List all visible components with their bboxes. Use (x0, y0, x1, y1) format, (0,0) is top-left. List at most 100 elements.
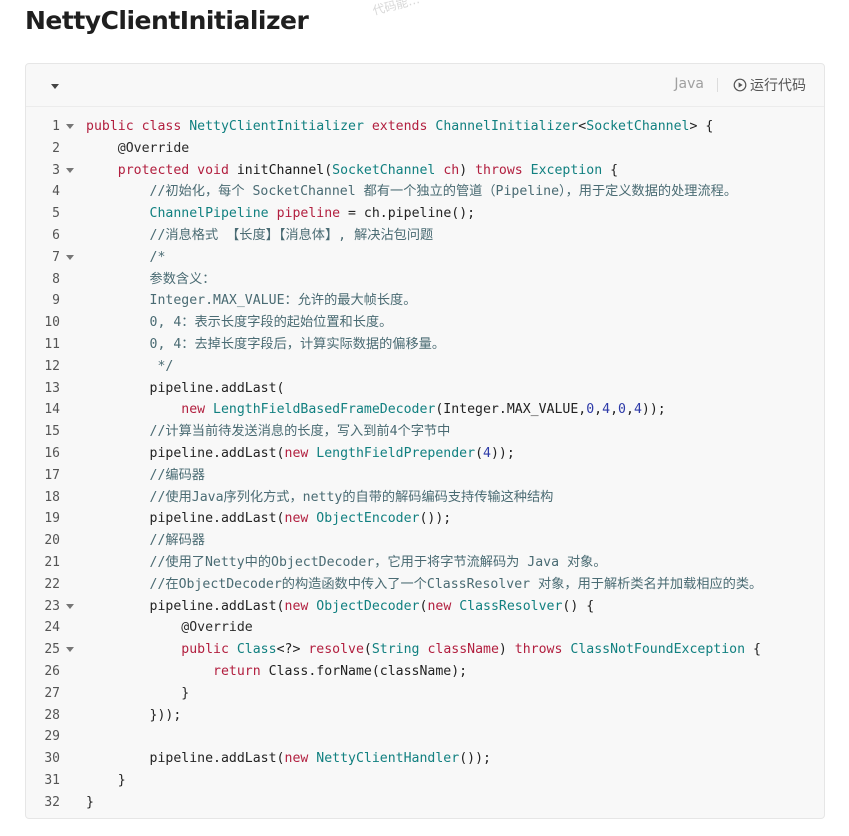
code-token: ClassNotFoundException (570, 642, 753, 658)
code-line: 24 @Override (26, 617, 824, 639)
code-line: 21 //使用了Netty中的ObjectDecoder，它用于将字节流解码为 … (26, 552, 824, 574)
code-token: pipeline.addLast( (86, 598, 285, 614)
code-token: ChannelInitializer (435, 119, 579, 134)
code-token: } (86, 772, 126, 788)
code-token: ( (475, 445, 484, 461)
line-number: 20 (44, 533, 60, 549)
code-token: /* (149, 249, 166, 265)
code-token: new (284, 511, 317, 527)
fold-caret-icon[interactable] (66, 647, 74, 653)
code-token: public (181, 642, 237, 658)
watermark: 代码能… (371, 0, 422, 18)
line-number: 12 (44, 358, 60, 374)
line-number: 23 (44, 598, 60, 614)
code-token: return (213, 663, 269, 679)
code-token: ChannelPipeline (149, 206, 277, 222)
code-text: //编码器 (86, 465, 205, 487)
code-text: pipeline.addLast(new ObjectDecoder(new C… (86, 596, 595, 618)
line-number: 32 (44, 794, 60, 810)
code-text: /* (86, 247, 166, 269)
code-line: 14 new LengthFieldBasedFrameDecoder(Inte… (26, 399, 824, 421)
code-line: 22 //在ObjectDecoder的构造函数中传入了一个ClassResol… (26, 574, 824, 596)
fold-caret-icon[interactable] (66, 603, 74, 610)
code-editor[interactable]: 1 public class NettyClientInitializer ext… (26, 116, 824, 814)
code-line: 10 0, 4：表示长度字段的起始位置和长度。 (26, 312, 824, 334)
code-text: //初始化，每个 SocketChannel 都有一个独立的管道（Pipelin… (86, 181, 738, 203)
code-line: 2 @Override (26, 138, 824, 160)
line-number: 17 (44, 467, 60, 483)
code-token: NettyClientInitializer (189, 119, 372, 134)
code-token: })); (86, 707, 182, 723)
code-token: //计算当前待发送消息的长度，写入到前4个字节中 (149, 424, 451, 440)
code-token: public class (86, 119, 190, 134)
code-token: ( (363, 642, 372, 658)
code-token: )); (490, 445, 515, 461)
code-token: Exception (530, 162, 611, 178)
code-token: , (594, 402, 603, 418)
code-token: throws (514, 642, 571, 658)
code-line: 26 return Class.forName(className); (26, 661, 824, 683)
run-code-button[interactable]: 运行代码 (733, 75, 806, 95)
code-token: 0 (586, 402, 595, 418)
code-token: { (610, 162, 619, 178)
line-number: 19 (44, 511, 60, 527)
fold-caret-icon[interactable] (66, 167, 74, 174)
code-token: Integer.MAX_VALUE：允许的最大帧长度。 (149, 293, 417, 309)
fold-caret-icon[interactable] (66, 254, 74, 261)
code-block-header: Java 运行代码 (26, 64, 824, 107)
code-text: new LengthFieldBasedFrameDecoder(Integer… (86, 399, 665, 421)
code-text: @Override (86, 138, 189, 160)
line-number: 4 (52, 184, 60, 200)
code-text: } (86, 792, 94, 814)
line-number: 25 (44, 642, 60, 658)
code-token: LengthFieldPrepender (316, 445, 476, 461)
code-token: } (86, 794, 94, 810)
line-number: 14 (44, 402, 60, 418)
code-token: ObjectDecoder (316, 598, 420, 614)
code-token: ClassResolver (459, 598, 563, 614)
code-line: 19 pipeline.addLast(new ObjectEncoder())… (26, 508, 824, 530)
code-token: 4 (483, 445, 491, 461)
line-number: 16 (44, 445, 60, 461)
code-token: (Integer.MAX_VALUE, (435, 402, 587, 418)
code-token: */ (149, 358, 174, 374)
line-number: 15 (44, 424, 60, 440)
code-line: 1 public class NettyClientInitializer ext… (26, 116, 824, 138)
code-token: //解码器 (149, 533, 205, 549)
code-token: protected void (117, 162, 237, 178)
code-token: NettyClientHandler (316, 751, 460, 767)
code-token: String (371, 642, 428, 658)
language-label: Java (674, 76, 704, 92)
play-circle-icon (733, 78, 747, 92)
code-text: } (86, 683, 189, 705)
header-divider (717, 78, 718, 92)
code-token: () { (562, 598, 595, 614)
code-token: LengthFieldBasedFrameDecoder (213, 402, 436, 418)
code-text: pipeline.addLast(new NettyClientHandler(… (86, 748, 491, 770)
code-token: { (753, 642, 761, 658)
collapse-toggle-button[interactable] (48, 78, 62, 92)
fold-caret-icon[interactable] (66, 124, 74, 130)
code-line: 17 //编码器 (26, 465, 824, 487)
code-token: pipeline.addLast( (86, 751, 285, 767)
line-number: 24 (44, 620, 60, 636)
code-token: pipeline.addLast( (86, 511, 285, 527)
line-number: 5 (52, 206, 60, 222)
code-token: //消息格式 【长度】【消息体】, 解决沾包问题 (149, 227, 434, 243)
code-line: 7 /* (26, 247, 824, 269)
code-text: ChannelPipeline pipeline = ch.pipeline()… (86, 203, 476, 225)
code-text: protected void initChannel(SocketChannel… (86, 160, 618, 182)
code-token: 0, 4：去掉长度字段后，计算实际数据的偏移量。 (149, 336, 446, 352)
code-text: pipeline.addLast(new LengthFieldPrepende… (86, 443, 515, 465)
